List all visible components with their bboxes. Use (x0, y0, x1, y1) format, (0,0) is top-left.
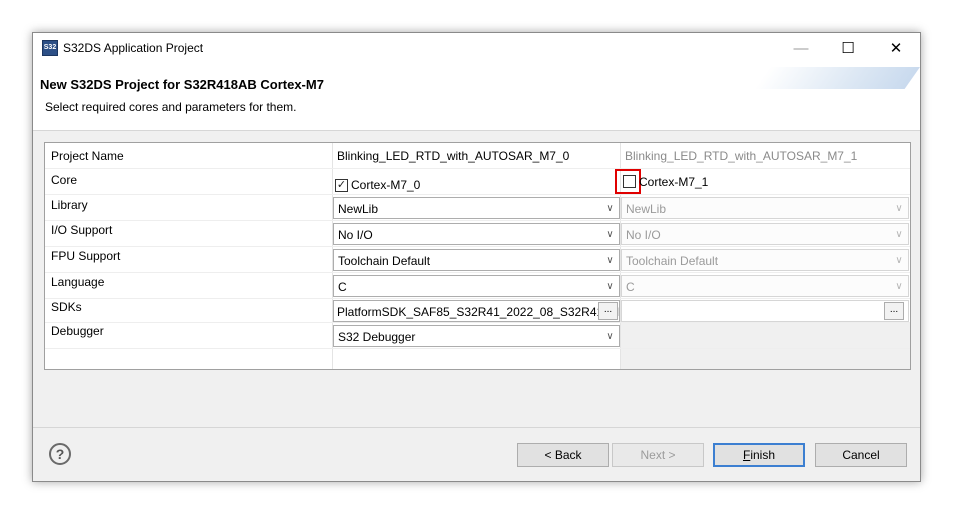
selected-value: No I/O (626, 228, 661, 242)
browse-sdk-button-core1[interactable]: ... (884, 302, 904, 320)
sdk-field-core1 (621, 300, 909, 322)
selected-value: Toolchain Default (626, 254, 719, 268)
language-select-core0[interactable]: C ∨ (333, 275, 620, 297)
page-description: Select required cores and parameters for… (45, 100, 297, 114)
close-icon[interactable]: ✕ (873, 33, 919, 63)
next-button[interactable]: Next > (612, 443, 704, 467)
row-label: Language (51, 275, 105, 289)
chevron-down-icon[interactable]: ∨ (601, 250, 619, 270)
minimize-icon[interactable]: — (778, 33, 824, 63)
io-support-select-core0[interactable]: No I/O ∨ (333, 223, 620, 245)
wizard-header: New S32DS Project for S32R418AB Cortex-M… (33, 63, 920, 131)
table-row-io-support: I/O Support No I/O ∨ No I/O ∨ (45, 221, 910, 247)
project-name-core1: Blinking_LED_RTD_with_AUTOSAR_M7_1 (625, 149, 858, 163)
core1-label: Cortex-M7_1 (639, 175, 709, 189)
fpu-support-select-core1: Toolchain Default ∨ (621, 249, 909, 271)
language-select-core1: C ∨ (621, 275, 909, 297)
table-row-core: Core ✓ Cortex-M7_0 Cortex-M7_1 (45, 169, 910, 195)
chevron-down-icon: ∨ (895, 202, 903, 214)
table-row-fpu-support: FPU Support Toolchain Default ∨ Toolchai… (45, 247, 910, 273)
project-name-core0[interactable]: Blinking_LED_RTD_with_AUTOSAR_M7_0 (337, 149, 569, 163)
row-label: FPU Support (51, 249, 121, 263)
s32ds-app-icon: S32 (42, 40, 58, 56)
chevron-down-icon[interactable]: ∨ (601, 198, 619, 218)
selected-value: C (338, 280, 347, 294)
finish-button-label: Finish (742, 448, 776, 462)
application-project-dialog: S32 S32DS Application Project — ☐ ✕ New … (32, 32, 921, 482)
core1-checkbox[interactable] (623, 175, 636, 188)
io-support-select-core1: No I/O ∨ (621, 223, 909, 245)
row-label: Project Name (51, 149, 124, 163)
core-parameters-table: Project Name Blinking_LED_RTD_with_AUTOS… (44, 142, 911, 370)
table-row-debugger: Debugger S32 Debugger ∨ (45, 323, 910, 349)
back-button[interactable]: < Back (517, 443, 609, 467)
core0-checkbox[interactable]: ✓ (335, 179, 348, 192)
back-button-label: < Back (544, 448, 582, 462)
debugger-select-core0[interactable]: S32 Debugger ∨ (333, 325, 620, 347)
finish-button[interactable]: Finish (713, 443, 805, 467)
title-bar[interactable]: S32 S32DS Application Project — ☐ ✕ (33, 33, 920, 63)
row-label: SDKs (51, 300, 82, 314)
row-label: Library (51, 198, 88, 212)
selected-value: C (626, 280, 635, 294)
browse-sdk-button-core0[interactable]: ... (598, 302, 618, 320)
chevron-down-icon[interactable]: ∨ (601, 276, 619, 296)
chevron-down-icon: ∨ (895, 280, 903, 292)
table-row-language: Language C ∨ C ∨ (45, 273, 910, 299)
next-button-label: Next > (640, 448, 676, 462)
row-label: Core (51, 173, 78, 187)
chevron-down-icon[interactable]: ∨ (601, 224, 619, 244)
library-select-core0[interactable]: NewLib ∨ (333, 197, 620, 219)
table-row-sdks: SDKs PlatformSDK_SAF85_S32R41_2022_08_S3… (45, 299, 910, 323)
sdk-value: PlatformSDK_SAF85_S32R41_2022_08_S32R418… (337, 305, 620, 319)
page-title: New S32DS Project for S32R418AB Cortex-M… (40, 77, 324, 92)
chevron-down-icon[interactable]: ∨ (601, 326, 619, 346)
selected-value: NewLib (338, 202, 379, 216)
help-icon[interactable]: ? (49, 443, 71, 465)
library-select-core1: NewLib ∨ (621, 197, 909, 219)
selected-value: NewLib (626, 202, 667, 216)
table-row-library: Library NewLib ∨ NewLib ∨ (45, 195, 910, 221)
table-row-project-name: Project Name Blinking_LED_RTD_with_AUTOS… (45, 143, 910, 169)
maximize-icon[interactable]: ☐ (825, 33, 871, 63)
cancel-button-label: Cancel (842, 448, 880, 462)
row-label: I/O Support (51, 223, 113, 237)
sdk-field-core0[interactable]: PlatformSDK_SAF85_S32R41_2022_08_S32R418… (333, 300, 620, 322)
cancel-button[interactable]: Cancel (815, 443, 907, 467)
fpu-support-select-core0[interactable]: Toolchain Default ∨ (333, 249, 620, 271)
chevron-down-icon: ∨ (895, 228, 903, 240)
header-banner-decoration (754, 67, 920, 89)
core0-label: Cortex-M7_0 (351, 178, 421, 192)
chevron-down-icon: ∨ (895, 254, 903, 266)
selected-value: No I/O (338, 228, 373, 242)
selected-value: S32 Debugger (338, 330, 416, 344)
footer-divider (33, 427, 920, 428)
selected-value: Toolchain Default (338, 254, 431, 268)
window-title: S32DS Application Project (63, 41, 204, 55)
row-label: Debugger (51, 324, 104, 338)
